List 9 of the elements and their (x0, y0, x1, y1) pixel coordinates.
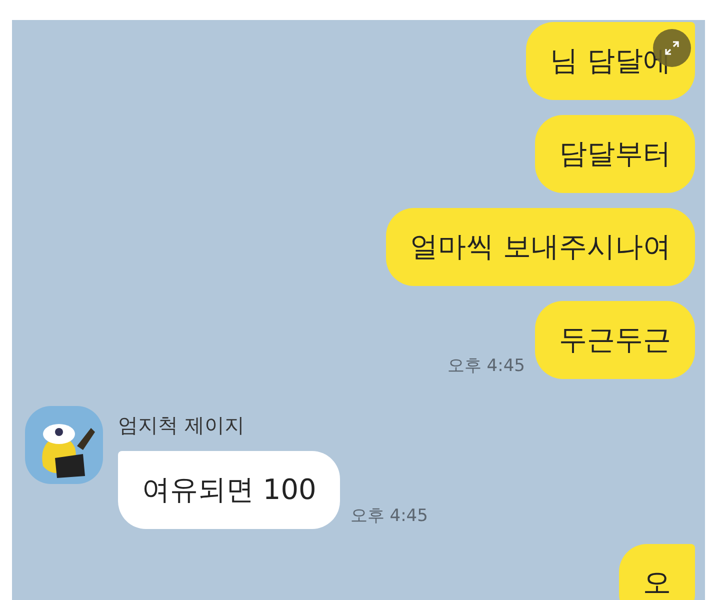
sent-message-bubble: 두근두근 (535, 301, 695, 379)
sender-name: 엄지척 제이지 (118, 412, 246, 439)
received-message-bubble: 여유되면 100 (118, 451, 340, 529)
message-time: 오후 4:45 (447, 355, 525, 378)
sent-message-bubble: 얼마씩 보내주시나여 (386, 208, 695, 286)
sent-message-bubble: 님 담달에 (526, 22, 695, 100)
message-time: 오후 4:45 (350, 505, 428, 528)
sent-message-bubble: 담달부터 (535, 115, 695, 193)
sent-message-bubble: 오 (619, 544, 695, 600)
